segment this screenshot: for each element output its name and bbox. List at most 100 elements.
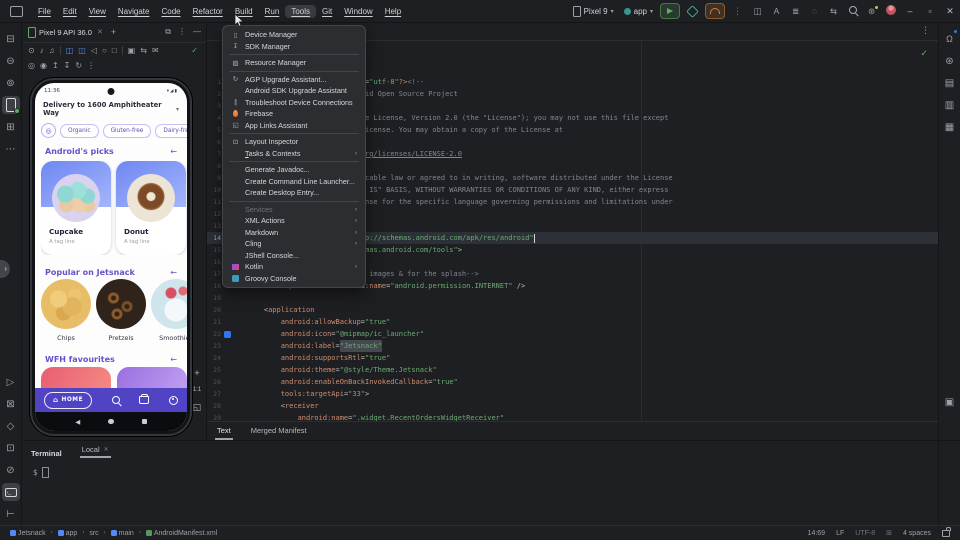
nav-search-icon[interactable] <box>112 396 120 404</box>
caret-position-widget[interactable]: 14:69 <box>808 530 826 537</box>
menu-item-jshell-console[interactable]: JShell Console... <box>223 250 365 262</box>
menu-run[interactable]: Run <box>259 5 286 18</box>
more-actions-icon[interactable]: ⋮ <box>733 6 742 17</box>
nav-home-button[interactable]: ⌂ HOME <box>44 392 92 409</box>
emulator-tool-icon[interactable]: ▣ <box>941 393 959 411</box>
device-selector[interactable]: Pixel 9 ▾ <box>568 4 619 19</box>
more-actions-icon[interactable]: ⋮ <box>87 61 95 70</box>
hide-panel-icon[interactable]: — <box>193 27 201 37</box>
menu-item-cling[interactable]: Cling› <box>223 238 365 250</box>
menu-item-create-command-line-launcher[interactable]: Create Command Line Launcher... <box>223 176 365 188</box>
logcat-tool-icon[interactable]: ⊡ <box>2 439 20 457</box>
problems-tool-icon[interactable]: ⊘ <box>2 461 20 479</box>
breadcrumb-androidmanifest-xml[interactable]: AndroidManifest.xml <box>146 530 217 537</box>
inspections-ok-icon[interactable]: ✓ <box>920 48 928 59</box>
menu-item-generate-javadoc[interactable]: Generate Javadoc... <box>223 164 365 176</box>
screen-record-icon[interactable]: ◉ <box>40 61 47 70</box>
menu-edit[interactable]: Edit <box>57 5 83 18</box>
breadcrumb-app[interactable]: app <box>58 530 78 537</box>
sync-icon[interactable]: ⇆ <box>140 46 147 55</box>
terminal-tab-local[interactable]: Local ✕ <box>80 443 111 458</box>
running-devices-tool-icon[interactable] <box>2 96 20 114</box>
more-tool-windows-icon[interactable]: ⋯ <box>2 140 20 158</box>
snack-image-chips[interactable] <box>41 279 91 329</box>
rotate-right-icon[interactable]: ◫ <box>78 46 86 55</box>
pull-requests-tool-icon[interactable]: ⊚ <box>2 74 20 92</box>
breadcrumb-jetsnack[interactable]: Jetsnack <box>10 530 46 537</box>
menu-item-kotlin[interactable]: Kotlin› <box>223 261 365 273</box>
menu-item-groovy-console[interactable]: Groovy Console <box>223 273 365 285</box>
restart-icon[interactable]: ↻ <box>75 61 82 70</box>
indent-widget[interactable]: 4 spaces <box>903 530 931 537</box>
device-manager-tool-icon[interactable]: ⊞ <box>2 118 20 136</box>
filter-icon[interactable]: ◎ <box>41 123 56 138</box>
kebab-menu-icon[interactable]: ⋮ <box>178 27 186 37</box>
android-recents-button[interactable] <box>142 419 147 424</box>
build-icon[interactable]: ◌ <box>805 6 824 16</box>
encoding-widget[interactable]: UTF-8 <box>855 530 875 537</box>
snack-image-smoothies[interactable] <box>151 279 187 329</box>
menu-view[interactable]: View <box>83 5 112 18</box>
message-icon[interactable]: ✉ <box>152 46 159 55</box>
rotate-left-icon[interactable]: ◫ <box>66 46 74 55</box>
menu-item-device-manager[interactable]: ▯Device Manager <box>223 29 365 41</box>
settings-icon[interactable]: ⊛ <box>862 6 881 17</box>
volume-down-icon[interactable]: ♫ <box>49 46 55 55</box>
minimize-button[interactable]: – <box>900 6 920 17</box>
menu-item-agp-upgrade-assistant[interactable]: ↻AGP Upgrade Assistant... <box>223 74 365 86</box>
gradle-tool-icon[interactable]: ⊛ <box>941 52 959 70</box>
assistant-tool-icon[interactable]: ▥ <box>941 96 959 114</box>
snack-card-donut[interactable]: DonutA tag line <box>116 161 186 255</box>
commit-tool-icon[interactable]: ⊖ <box>2 52 20 70</box>
project-tool-icon[interactable]: ⊟ <box>2 30 20 48</box>
arrow-left-icon[interactable]: ← <box>170 147 177 156</box>
menu-item-resource-manager[interactable]: ▨Resource Manager <box>223 57 365 69</box>
app-quality-insights-tool-icon[interactable]: ◇ <box>2 417 20 435</box>
menu-window[interactable]: Window <box>338 5 378 18</box>
menu-file[interactable]: File <box>32 5 57 18</box>
menu-help[interactable]: Help <box>379 5 407 18</box>
close-icon[interactable]: ✕ <box>104 446 109 453</box>
power-icon[interactable]: ⊙ <box>28 46 35 55</box>
snack-image-pretzels[interactable] <box>96 279 146 329</box>
install-apk-icon[interactable]: ▣ <box>128 46 136 55</box>
menu-item-firebase[interactable]: Firebase <box>223 108 365 120</box>
android-home-button[interactable] <box>108 419 114 425</box>
nav-profile-icon[interactable] <box>169 396 178 405</box>
todo-list-icon[interactable]: ≣ <box>786 6 805 17</box>
terminal-output[interactable]: $ <box>23 458 960 478</box>
profile-avatar[interactable] <box>881 5 900 17</box>
download-icon[interactable]: ↧ <box>64 61 71 70</box>
arrow-left-icon[interactable]: ← <box>170 268 177 277</box>
mirror-device-icon[interactable]: ◫ <box>748 6 767 17</box>
version-control-tool-icon[interactable]: ⊢ <box>2 505 20 523</box>
apply-changes-button[interactable] <box>686 5 699 18</box>
tab-text[interactable]: Text <box>215 423 233 440</box>
menu-git[interactable]: Git <box>316 5 338 18</box>
device-tab[interactable]: Pixel 9 API 36.0 ✕ <box>28 27 103 38</box>
nav-cart-icon[interactable] <box>139 396 149 404</box>
screenshot-icon[interactable]: ◎ <box>28 61 35 70</box>
device-explorer-tool-icon[interactable]: ▦ <box>941 118 959 136</box>
menu-navigate[interactable]: Navigate <box>112 5 156 18</box>
notifications-icon[interactable]: Ω <box>941 30 959 48</box>
menu-item-markdown[interactable]: Markdown› <box>223 227 365 239</box>
search-everywhere-icon[interactable] <box>843 6 862 16</box>
add-device-tab-button[interactable]: + <box>111 27 116 37</box>
terminal-tool-icon[interactable]: ›_ <box>2 483 20 501</box>
menu-item-app-links-assistant[interactable]: ◱App Links Assistant <box>223 120 365 132</box>
menu-code[interactable]: Code <box>155 5 186 18</box>
menu-item-create-desktop-entry[interactable]: Create Desktop Entry... <box>223 187 365 199</box>
run-configuration-selector[interactable]: app ▾ <box>619 5 658 18</box>
menu-item-sdk-manager[interactable]: ↧SDK Manager <box>223 41 365 53</box>
menu-refactor[interactable]: Refactor <box>187 5 229 18</box>
menu-item-xml-actions[interactable]: XML Actions› <box>223 215 365 227</box>
device-manager-icon[interactable]: ▤ <box>941 74 959 92</box>
menu-item-troubleshoot-device-connections[interactable]: ∥Troubleshoot Device Connections <box>223 97 365 109</box>
zoom-in-button[interactable]: + <box>194 368 199 378</box>
app-icon[interactable] <box>10 6 23 17</box>
snack-card-cupcake[interactable]: CupcakeA tag line <box>41 161 111 255</box>
unlock-icon[interactable] <box>942 530 950 537</box>
zoom-reset-button[interactable]: 1:1 <box>193 387 201 393</box>
arrow-left-icon[interactable]: ← <box>170 355 177 364</box>
